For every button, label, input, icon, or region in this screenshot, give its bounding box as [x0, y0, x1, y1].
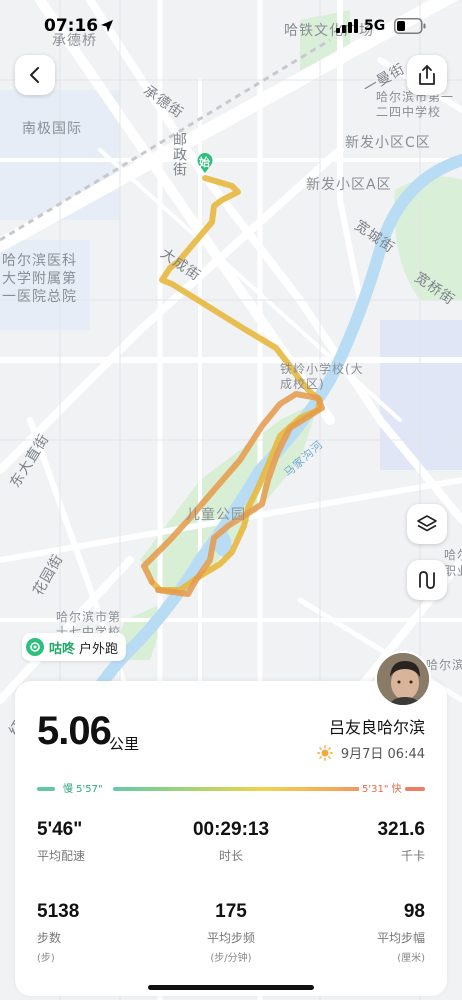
- pace-bar-fast-segment: [405, 787, 425, 791]
- distance-unit: 公里: [109, 735, 140, 753]
- pace-slow-label: 慢 5'57": [63, 784, 103, 795]
- app-badge: 咕咚 户外跑: [22, 633, 127, 661]
- home-indicator[interactable]: [148, 985, 314, 990]
- network-type: 5G: [364, 18, 386, 34]
- stat-label: 步数: [37, 931, 62, 945]
- stat-steps: 5138 步数 (步): [37, 901, 177, 964]
- pace-bar-gradient: [113, 787, 391, 791]
- stat-label: 平均配速: [37, 849, 86, 863]
- stat-unit: (厘米): [397, 953, 425, 964]
- sun-icon: [316, 744, 333, 761]
- stat-value: 5'46": [37, 819, 83, 840]
- avatar[interactable]: [375, 651, 431, 707]
- stat-value: 5138: [37, 901, 80, 922]
- app-name: 咕咚: [49, 641, 76, 657]
- location-arrow-icon: [101, 20, 113, 32]
- stat-value: 321.6: [377, 819, 425, 840]
- map-layers-button[interactable]: [407, 504, 447, 544]
- status-bar: 07:16 5G: [0, 0, 462, 48]
- route-toggle-button[interactable]: [407, 560, 447, 600]
- share-icon: [419, 65, 435, 85]
- stat-value: 175: [215, 901, 247, 922]
- stat-value: 00:29:13: [192, 819, 270, 840]
- stat-label: 平均步频: [206, 931, 255, 945]
- stat-calories: 321.6 千卡: [285, 819, 425, 864]
- stat-duration: 00:29:13 时长: [161, 819, 301, 864]
- start-marker: 始: [196, 152, 214, 174]
- map-label: 南极国际: [22, 121, 82, 137]
- activity-type: 户外跑: [79, 641, 119, 657]
- map-label: 儿童公园: [186, 507, 246, 523]
- back-arrow-icon: [30, 67, 39, 83]
- activity-date: 9月7日 06:44: [340, 747, 425, 762]
- start-marker-label: 始: [199, 156, 210, 169]
- route-icon: [419, 571, 435, 589]
- map-label: 新发小区A区: [306, 177, 392, 193]
- map-label: 新发小区C区: [345, 135, 431, 151]
- stat-unit: (步): [37, 953, 55, 964]
- layers-icon: [417, 515, 437, 532]
- distance-value: 5.06: [37, 709, 112, 753]
- stat-cadence: 175 平均步频 (步/分钟): [161, 901, 301, 964]
- back-button[interactable]: [15, 55, 55, 95]
- stat-stride: 98 平均步幅 (厘米): [285, 901, 425, 964]
- battery-icon: [394, 18, 426, 34]
- signal-icon: [336, 19, 358, 33]
- map-label: 铁岭小学校(大成校区): [280, 362, 364, 391]
- username: 吕友良哈尔滨: [328, 718, 425, 737]
- pace-fast-label: 5'31" 快: [359, 780, 405, 795]
- stat-unit: (步/分钟): [210, 953, 252, 964]
- app-logo-icon: [26, 638, 44, 656]
- stats-card: 5.06 公里 吕友良哈尔滨 9月7日 06:44 慢 5'57" 5'31" …: [15, 681, 447, 996]
- pace-gradient-bar: 慢 5'57" 5'31" 快: [37, 780, 425, 795]
- pace-bar-slow-segment: [37, 787, 55, 791]
- date-row: 9月7日 06:44: [316, 743, 425, 762]
- map-label: 邮政街: [171, 132, 187, 177]
- stat-avg-pace: 5'46" 平均配速: [37, 819, 177, 864]
- status-time: 07:16: [44, 16, 99, 36]
- stat-value: 98: [403, 901, 425, 922]
- map-label: 哈尔滨医科大学附属第一医院总院: [2, 253, 77, 305]
- stat-label: 平均步幅: [376, 931, 425, 945]
- stat-label: 时长: [218, 849, 243, 863]
- share-button[interactable]: [407, 55, 447, 95]
- map-label: 哈尔滨市第: [426, 658, 462, 672]
- stat-label: 千卡: [400, 849, 425, 863]
